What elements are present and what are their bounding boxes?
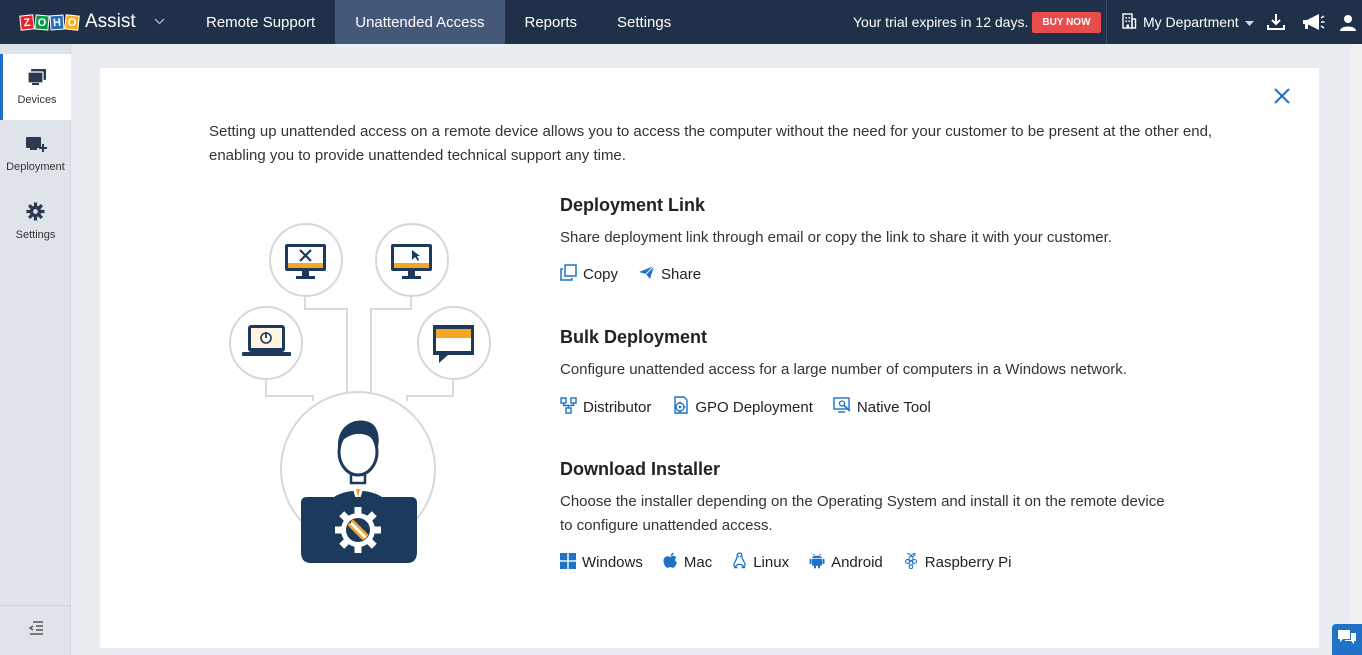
logo-letter: Z [19,13,35,31]
nav-remote-support[interactable]: Remote Support [186,0,335,44]
megaphone-icon[interactable] [1301,12,1325,32]
bulk-deployment-description: Configure unattended access for a large … [560,361,1127,378]
share-link-button[interactable]: Share [638,265,701,284]
copy-link-button[interactable]: Copy [560,264,618,285]
gpo-deployment-button[interactable]: GPO Deployment [671,396,813,418]
bulk-deployment-title: Bulk Deployment [560,327,708,347]
app-name: Assist [85,11,136,32]
user-icon[interactable] [1338,12,1358,32]
sidebar-item-label: Devices [17,93,57,106]
vertical-scrollbar[interactable] [1351,44,1362,655]
windows-icon [560,552,576,573]
close-icon[interactable] [1272,86,1292,106]
distributor-label: Distributor [583,398,652,416]
copy-label: Copy [583,266,619,283]
intro-text: Setting up unattended access on a remote… [209,120,1219,168]
department-selector[interactable]: My Department [1121,0,1254,44]
raspberry-pi-installer-button[interactable]: Raspberry Pi [903,552,1012,573]
download-icon[interactable] [1266,12,1286,32]
app-logo[interactable]: Z O H O Assist [0,0,186,44]
android-installer-button[interactable]: Android [809,552,883,573]
gpo-deployment-label: GPO Deployment [695,398,813,416]
nav-unattended-access[interactable]: Unattended Access [335,0,505,44]
description-line: to configure unattended access. [560,517,773,534]
linux-installer-button[interactable]: Linux [732,552,789,573]
collapse-menu-icon [28,621,44,640]
chat-support-button[interactable] [1332,624,1362,655]
trial-text: Your trial expires in 12 days. [853,14,1029,30]
buy-now-button[interactable]: BUY NOW [1032,11,1101,33]
download-installer-description: Choose the installer depending on the Op… [560,490,1180,538]
devices-icon [27,68,47,89]
share-icon [638,265,655,284]
windows-installer-button[interactable]: Windows [560,552,643,573]
download-installer-title: Download Installer [560,459,721,479]
sidebar: Devices Deployment Settings [0,44,71,655]
windows-label: Windows [582,554,643,571]
raspberry-pi-icon [903,552,919,573]
collapse-sidebar-button[interactable] [0,605,71,655]
unattended-access-illustration [225,216,505,581]
nav-reports[interactable]: Reports [505,0,598,44]
building-icon [1121,12,1137,32]
android-label: Android [831,554,883,571]
sidebar-item-deployment[interactable]: Deployment [0,121,71,187]
raspberry-pi-label: Raspberry Pi [924,554,1012,571]
chevron-down-icon[interactable] [154,16,165,28]
intro-line: Setting up unattended access on a remote… [209,123,1213,140]
trial-notice: Your trial expires in 12 days. BUY NOW [853,0,1101,44]
native-tool-label: Native Tool [856,398,931,416]
gpo-icon [671,396,689,418]
linux-icon [732,552,747,573]
main-nav: Remote Support Unattended Access Reports… [186,0,691,44]
native-tool-icon [833,396,851,418]
native-tool-button[interactable]: Native Tool [833,396,931,418]
divider [1106,0,1107,44]
deployment-link-title: Deployment Link [560,195,706,215]
caret-down-icon [1244,14,1254,30]
distributor-button[interactable]: Distributor [560,396,652,418]
logo-letter: O [34,13,50,31]
deployment-icon [25,136,47,156]
deployment-link-actions: Copy Share [560,264,721,285]
zoho-logo: Z O H O [19,13,80,31]
download-installer-actions: Windows Mac Linux Android Raspberry Pi [560,552,1031,573]
sidebar-item-settings[interactable]: Settings [0,188,71,254]
description-line: Choose the installer depending on the Op… [560,493,1165,510]
copy-icon [560,264,577,285]
distributor-icon [560,396,577,418]
sidebar-item-label: Deployment [6,160,65,173]
apple-icon [663,552,678,573]
linux-label: Linux [753,554,790,571]
mac-label: Mac [683,554,713,571]
nav-settings[interactable]: Settings [597,0,691,44]
android-icon [809,552,825,573]
gear-icon [26,201,45,224]
share-label: Share [661,266,702,283]
chat-icon [1337,628,1357,651]
sidebar-item-devices[interactable]: Devices [0,54,71,120]
bulk-deployment-actions: Distributor GPO Deployment Native Tool [560,396,951,418]
logo-letter: H [49,14,65,30]
department-label: My Department [1143,14,1239,30]
logo-letter: O [64,13,80,31]
unattended-access-card: Setting up unattended access on a remote… [100,68,1319,648]
deployment-link-description: Share deployment link through email or c… [560,229,1112,246]
mac-installer-button[interactable]: Mac [663,552,712,573]
intro-line: enabling you to provide unattended techn… [209,147,626,164]
sidebar-item-label: Settings [15,228,56,241]
